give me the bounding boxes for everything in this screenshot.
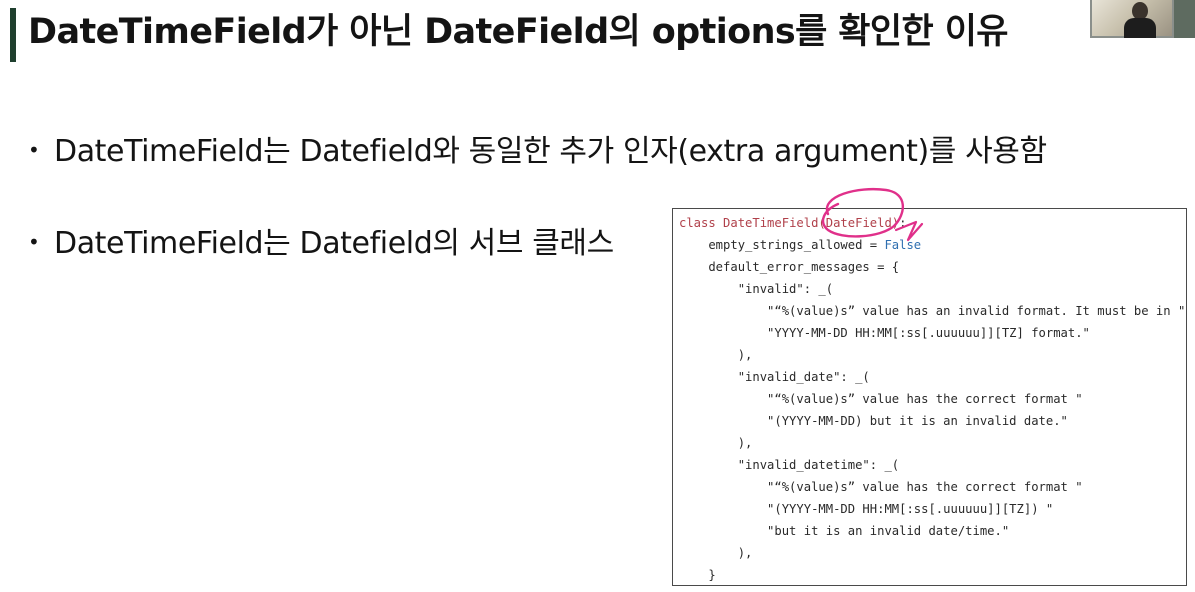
code-line: "invalid": _( xyxy=(679,282,834,296)
bullet-text-2: DateTimeField는 Datefield의 서브 클래스 xyxy=(54,226,614,261)
code-class-name: DateTimeField xyxy=(723,216,819,230)
bullet-dot: • xyxy=(28,138,40,162)
code-line: ), xyxy=(679,546,753,560)
code-line-2-prefix: empty_strings_allowed = xyxy=(679,238,885,252)
code-line: default_error_messages = { xyxy=(679,260,900,274)
webcam-thumbnail xyxy=(1090,0,1195,38)
bullet-text-1: DateTimeField는 Datefield와 동일한 추가 인자(extr… xyxy=(54,134,1047,169)
presenter-body xyxy=(1124,18,1156,38)
bullet-dot: • xyxy=(28,230,40,254)
code-keyword-class: class xyxy=(679,216,716,230)
code-false-literal: False xyxy=(884,238,922,252)
code-line: "“%(value)s” value has an invalid format… xyxy=(679,304,1186,318)
code-line: "YYYY-MM-DD HH:MM[:ss[.uuuuuu]][TZ] form… xyxy=(679,326,1090,340)
code-block: class DateTimeField(DateField): empty_st… xyxy=(679,212,1186,585)
bullet-item-1: • DateTimeField는 Datefield와 동일한 추가 인자(ext… xyxy=(28,130,1047,172)
code-snippet-box: class DateTimeField(DateField): empty_st… xyxy=(672,208,1187,586)
code-line: } xyxy=(679,568,716,582)
code-line: "(YYYY-MM-DD HH:MM[:ss[.uuuuuu]][TZ]) " xyxy=(679,502,1054,516)
title-accent-bar xyxy=(10,8,16,62)
code-base-class: (DateField) xyxy=(818,216,900,230)
code-line: ), xyxy=(679,348,753,362)
webcam-side-strip xyxy=(1174,0,1195,38)
code-line: "(YYYY-MM-DD) but it is an invalid date.… xyxy=(679,414,1068,428)
slide-title: DateTimeField가 아닌 DateField의 options를 확인… xyxy=(28,12,1009,52)
code-line: "but it is an invalid date/time." xyxy=(679,524,1010,538)
code-line: "“%(value)s” value has the correct forma… xyxy=(679,480,1083,494)
code-line: "invalid_date": _( xyxy=(679,370,870,384)
code-colon: : xyxy=(899,216,907,230)
code-line: "invalid_datetime": _( xyxy=(679,458,900,472)
code-line: "“%(value)s” value has the correct forma… xyxy=(679,392,1083,406)
code-line: ), xyxy=(679,436,753,450)
bullet-item-2: • DateTimeField는 Datefield의 서브 클래스 xyxy=(28,222,614,264)
